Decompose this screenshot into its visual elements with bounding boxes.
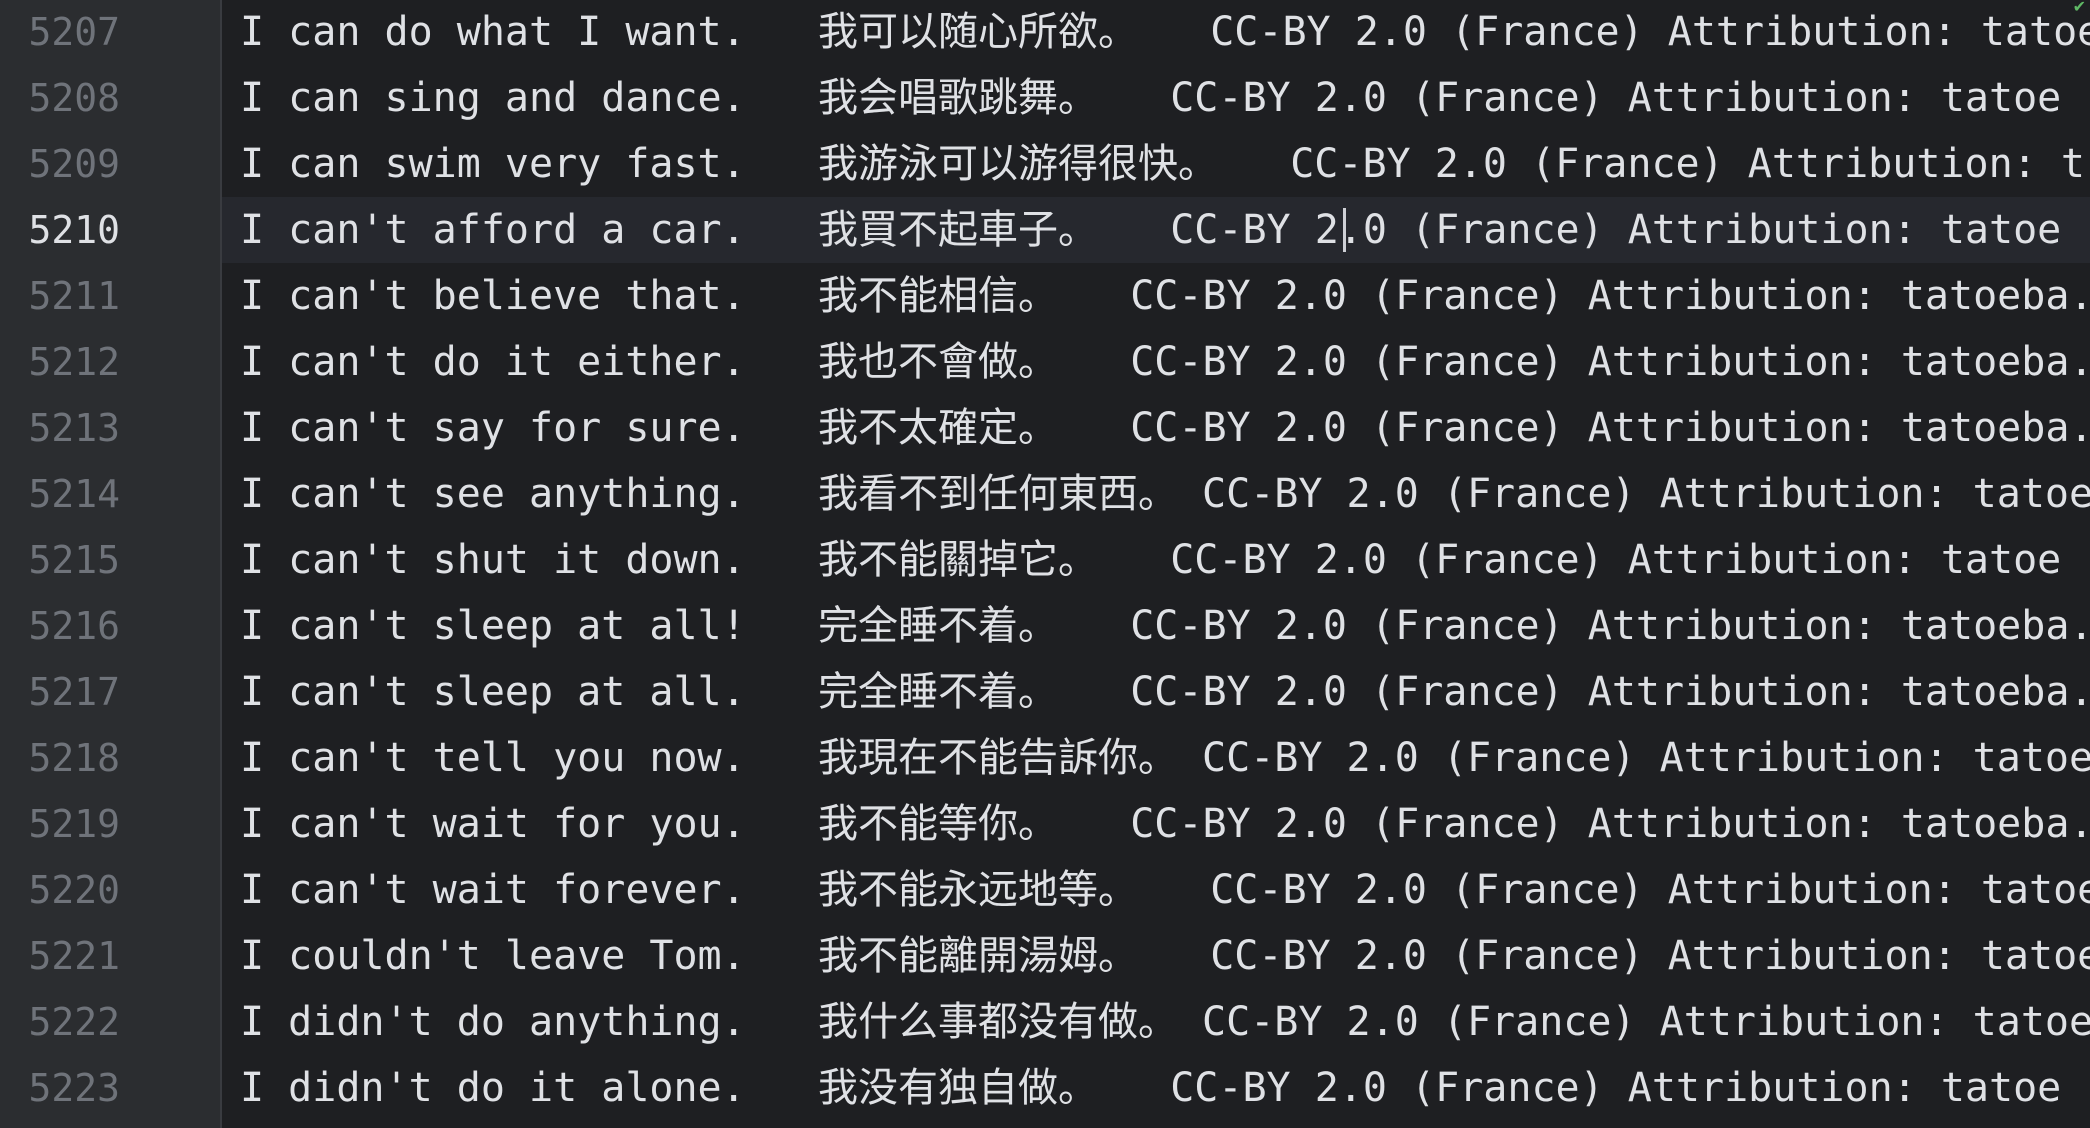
line-content[interactable]: I can't see anything. 我看不到任何東西。 CC-BY 2.… — [240, 461, 2090, 527]
editor-line[interactable]: 5208 I can sing and dance. 我会唱歌跳舞。 CC-BY … — [0, 65, 2090, 131]
editor-line[interactable]: 5218 I can't tell you now. 我現在不能告訴你。 CC-B… — [0, 725, 2090, 791]
line-number[interactable]: 5215 — [0, 527, 120, 593]
editor-line[interactable]: 5207 I can do what I want. 我可以随心所欲。 CC-BY… — [0, 0, 2090, 65]
line-content[interactable]: I didn't do anything. 我什么事都没有做。 CC-BY 2.… — [240, 989, 2090, 1055]
line-number[interactable]: 5207 — [0, 0, 120, 65]
editor-line[interactable]: 5215 I can't shut it down. 我不能關掉它。 CC-BY … — [0, 527, 2090, 593]
line-number[interactable]: 5209 — [0, 131, 120, 197]
text-caret — [1343, 208, 1346, 252]
line-number[interactable]: 5214 — [0, 461, 120, 527]
line-content[interactable]: I can't say for sure. 我不太確定。 CC-BY 2.0 (… — [240, 395, 2090, 461]
line-content[interactable]: I can swim very fast. 我游泳可以游得很快。 CC-BY 2… — [240, 131, 2085, 197]
line-content[interactable]: I can do what I want. 我可以随心所欲。 CC-BY 2.0… — [240, 0, 2090, 65]
line-number[interactable]: 5216 — [0, 593, 120, 659]
line-content[interactable]: I can't sleep at all. 完全睡不着。 CC-BY 2.0 (… — [240, 659, 2090, 725]
editor-line[interactable]: 5211 I can't believe that. 我不能相信。 CC-BY 2… — [0, 263, 2090, 329]
line-content[interactable]: I couldn't leave Tom. 我不能離開湯姆。 CC-BY 2.0… — [240, 923, 2090, 989]
editor-line[interactable]: 5221 I couldn't leave Tom. 我不能離開湯姆。 CC-BY… — [0, 923, 2090, 989]
editor-line[interactable]: 5210 I can't afford a car. 我買不起車子。 CC-BY … — [0, 197, 2090, 263]
line-number[interactable]: 5210 — [0, 197, 120, 263]
editor-line[interactable]: 5209 I can swim very fast. 我游泳可以游得很快。 CC-… — [0, 131, 2090, 197]
line-content[interactable]: I can't do it either. 我也不會做。 CC-BY 2.0 (… — [240, 329, 2090, 395]
line-number[interactable]: 5222 — [0, 989, 120, 1055]
line-content[interactable]: I can't afford a car. 我買不起車子。 CC-BY 2.0 … — [240, 197, 2061, 263]
line-content[interactable]: I can sing and dance. 我会唱歌跳舞。 CC-BY 2.0 … — [240, 65, 2061, 131]
line-number[interactable]: 5218 — [0, 725, 120, 791]
line-number[interactable]: 5223 — [0, 1055, 120, 1121]
line-number[interactable]: 5208 — [0, 65, 120, 131]
editor-line[interactable]: 5219 I can't wait for you. 我不能等你。 CC-BY 2… — [0, 791, 2090, 857]
editor-line[interactable]: 5220 I can't wait forever. 我不能永远地等。 CC-BY… — [0, 857, 2090, 923]
editor-line[interactable]: 5216 I can't sleep at all! 完全睡不着。 CC-BY 2… — [0, 593, 2090, 659]
editor-line[interactable]: 5223 I didn't do it alone. 我没有独自做。 CC-BY … — [0, 1055, 2090, 1121]
line-number[interactable]: 5221 — [0, 923, 120, 989]
line-content[interactable]: I can't believe that. 我不能相信。 CC-BY 2.0 (… — [240, 263, 2090, 329]
checkmark-icon[interactable]: ✔ — [2073, 0, 2086, 15]
line-content[interactable]: I can't tell you now. 我現在不能告訴你。 CC-BY 2.… — [240, 725, 2090, 791]
line-content[interactable]: I can't shut it down. 我不能關掉它。 CC-BY 2.0 … — [240, 527, 2061, 593]
line-content[interactable]: I can't sleep at all! 完全睡不着。 CC-BY 2.0 (… — [240, 593, 2090, 659]
editor-line[interactable]: 5213 I can't say for sure. 我不太確定。 CC-BY 2… — [0, 395, 2090, 461]
line-number[interactable]: 5213 — [0, 395, 120, 461]
line-number[interactable]: 5211 — [0, 263, 120, 329]
line-content[interactable]: I didn't do it alone. 我没有独自做。 CC-BY 2.0 … — [240, 1055, 2061, 1121]
line-content[interactable]: I can't wait forever. 我不能永远地等。 CC-BY 2.0… — [240, 857, 2090, 923]
code-editor[interactable]: 5207 I can do what I want. 我可以随心所欲。 CC-BY… — [0, 0, 2090, 1128]
line-number[interactable]: 5220 — [0, 857, 120, 923]
line-number[interactable]: 5219 — [0, 791, 120, 857]
editor-line[interactable]: 5214 I can't see anything. 我看不到任何東西。 CC-B… — [0, 461, 2090, 527]
editor-line[interactable]: 5212 I can't do it either. 我也不會做。 CC-BY 2… — [0, 329, 2090, 395]
editor-line[interactable]: 5222 I didn't do anything. 我什么事都没有做。 CC-B… — [0, 989, 2090, 1055]
line-content[interactable]: I can't wait for you. 我不能等你。 CC-BY 2.0 (… — [240, 791, 2090, 857]
line-number[interactable]: 5217 — [0, 659, 120, 725]
editor-line[interactable]: 5217 I can't sleep at all. 完全睡不着。 CC-BY 2… — [0, 659, 2090, 725]
line-number[interactable]: 5212 — [0, 329, 120, 395]
